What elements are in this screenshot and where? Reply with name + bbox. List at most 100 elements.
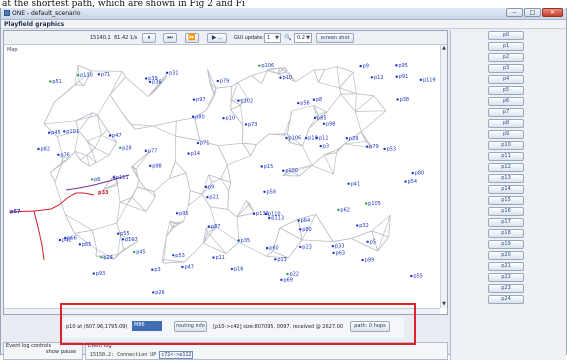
map-node-marker[interactable] (404, 180, 406, 182)
map-node-marker[interactable] (205, 186, 207, 188)
map-node-label[interactable]: p64 (301, 218, 311, 224)
map-node-marker[interactable] (367, 241, 369, 243)
node-button-p22[interactable]: p22 (488, 273, 524, 282)
map-node-label[interactable]: p18 (308, 136, 318, 142)
node-button-p3[interactable]: p3 (488, 64, 524, 73)
map-node-label[interactable]: p32 (359, 223, 369, 229)
map-node-marker[interactable] (79, 243, 81, 245)
map-node-label[interactable]: p29 (349, 136, 359, 142)
map-node-label[interactable]: p53 (175, 253, 185, 259)
node-button-p18[interactable]: p18 (488, 229, 524, 238)
map-node-label[interactable]: p14 (191, 151, 201, 157)
map-node-marker[interactable] (280, 279, 282, 281)
map-node-label[interactable]: p111 (116, 175, 129, 181)
map-node-label[interactable]: p98 (326, 121, 336, 127)
map-node-label[interactable]: p58 (267, 189, 277, 195)
map-node-marker[interactable] (297, 219, 299, 221)
map-node-marker[interactable] (145, 77, 147, 79)
map-node-marker[interactable] (217, 80, 219, 82)
map-node-marker[interactable] (93, 272, 95, 274)
map-node-label[interactable]: p10 (282, 75, 292, 81)
node-button-p13[interactable]: p13 (488, 174, 524, 183)
map-node-marker[interactable] (119, 147, 121, 149)
scroll-up-icon[interactable]: ▲ (441, 45, 447, 52)
map-node-label[interactable]: p73 (248, 122, 258, 128)
map-node-marker[interactable] (152, 291, 154, 293)
node-button-p8[interactable]: p8 (488, 119, 524, 128)
map-node-marker[interactable] (117, 232, 119, 234)
map-node-marker[interactable] (37, 148, 39, 150)
map-node-marker[interactable] (332, 252, 334, 254)
map-node-label[interactable]: p80 (302, 227, 312, 233)
map-node-marker[interactable] (63, 130, 65, 132)
map-node-marker[interactable] (383, 148, 385, 150)
map-node-label[interactable]: p38 (400, 97, 410, 103)
map-node-label[interactable]: p9 (208, 184, 214, 190)
map-node-marker[interactable] (346, 137, 348, 139)
map-node-marker[interactable] (359, 65, 361, 67)
fast-forward-button[interactable]: ⏩ (185, 33, 199, 43)
map-node-label[interactable]: p5 (370, 239, 376, 245)
screenshot-button[interactable]: screen shot (316, 33, 354, 43)
map-node-marker[interactable] (212, 256, 214, 258)
map-node-label[interactable]: p63 (336, 250, 346, 256)
map-node-marker[interactable] (356, 224, 358, 226)
map-node-label[interactable]: p11 (215, 255, 225, 261)
pause-button[interactable]: ⏸ (142, 33, 156, 43)
map-node-marker[interactable] (314, 117, 316, 119)
map-node-label[interactable]: p33 (335, 244, 345, 250)
map-node-marker[interactable] (297, 102, 299, 104)
map-node-label[interactable]: p87 (211, 224, 221, 230)
node-button-p17[interactable]: p17 (488, 218, 524, 227)
node-button-p14[interactable]: p14 (488, 185, 524, 194)
map-node-marker[interactable] (208, 225, 210, 227)
node-button-p7[interactable]: p7 (488, 108, 524, 117)
map-node-label[interactable]: p3 (323, 144, 329, 150)
node-button-p1[interactable]: p1 (488, 42, 524, 51)
map-node-marker[interactable] (48, 132, 50, 134)
show-label[interactable]: show (46, 349, 59, 355)
node-button-p16[interactable]: p16 (488, 207, 524, 216)
map-node-marker[interactable] (91, 178, 93, 180)
map-node-marker[interactable] (237, 100, 239, 102)
map-node-marker[interactable] (361, 259, 363, 261)
map-node-marker[interactable] (299, 246, 301, 248)
map-node-marker[interactable] (366, 145, 368, 147)
node-button-p15[interactable]: p15 (488, 196, 524, 205)
gui-update-select[interactable]: 1▼ (264, 33, 281, 43)
map-node-marker[interactable] (181, 266, 183, 268)
map-node-label[interactable]: p97 (196, 97, 206, 103)
map-node-label-highlighted[interactable]: p33 (98, 190, 109, 196)
map-node-label[interactable]: p106 (289, 136, 302, 142)
map-node-marker[interactable] (77, 74, 79, 76)
map-node-label[interactable]: p77 (148, 148, 158, 154)
map-node-label[interactable]: p45 (51, 130, 61, 136)
map-node-marker[interactable] (57, 154, 59, 156)
map-node-label[interactable]: p31 (169, 70, 179, 76)
map-node-marker[interactable] (337, 209, 339, 211)
map-node-label[interactable]: p71 (101, 72, 111, 78)
map-node-label[interactable]: p55 (413, 274, 423, 280)
map-node-marker[interactable] (64, 237, 66, 239)
map-node-label[interactable]: p85 (317, 115, 327, 121)
map-node-marker[interactable] (172, 254, 174, 256)
node-button-p23[interactable]: p23 (488, 284, 524, 293)
map-node-label[interactable]: p133 (256, 211, 269, 217)
zoom-select[interactable]: 0.2▼ (294, 33, 312, 43)
map-node-marker[interactable] (197, 142, 199, 144)
map-node-marker[interactable] (59, 239, 61, 241)
node-button-p19[interactable]: p19 (488, 240, 524, 249)
map-node-label[interactable]: p76 (60, 152, 70, 158)
map-node-marker[interactable] (285, 137, 287, 139)
map-node-label[interactable]: p105 (368, 201, 381, 207)
node-button-p4[interactable]: p4 (488, 75, 524, 84)
map-node-label[interactable]: p99 (365, 258, 375, 264)
map-node-marker[interactable] (49, 80, 51, 82)
node-button-p9[interactable]: p9 (488, 130, 524, 139)
map-node-label[interactable]: p9 (363, 64, 369, 70)
map-node-label[interactable]: p79 (220, 79, 230, 85)
map-node-label[interactable]: p58 (300, 101, 310, 107)
map-node-marker[interactable] (371, 76, 373, 78)
map-node-label[interactable]: p113 (271, 216, 284, 222)
maximize-button[interactable]: □ (524, 8, 541, 17)
